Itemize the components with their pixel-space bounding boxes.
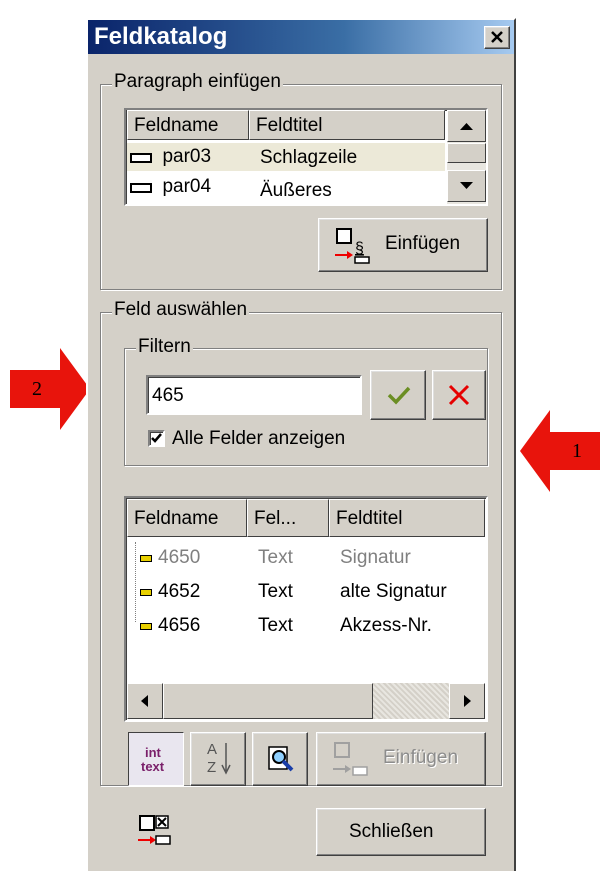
field-type: Text [258, 581, 293, 602]
field-title: Signatur [340, 547, 411, 568]
scroll-down-button[interactable] [447, 170, 486, 202]
field-insert-label: Einfügen [383, 747, 459, 768]
close-window-button[interactable] [484, 26, 510, 49]
annotation-arrow-left [10, 348, 90, 430]
search-field-button[interactable] [252, 732, 308, 786]
scroll-up-button[interactable] [447, 110, 486, 142]
field-name: 4656 [158, 615, 201, 636]
paragraph-group-legend: Paragraph einfügen [112, 71, 283, 92]
filter-group-legend: Filtern [136, 336, 193, 357]
sort-label-a: A [207, 741, 218, 758]
triangle-up-icon [460, 123, 473, 130]
triangle-right-icon [464, 695, 471, 707]
close-dialog-label: Schließen [349, 821, 434, 842]
field-name: 4650 [158, 547, 201, 568]
field-col-type[interactable]: Fel... [247, 499, 329, 537]
paragraph-insert-label: Einfügen [385, 233, 461, 254]
paragraph-title: Schlagzeile [260, 147, 358, 168]
annotation-label-left: 2 [32, 378, 42, 400]
int-text-toggle-button[interactable]: int text [128, 732, 184, 786]
cross-icon [448, 384, 470, 406]
list-item[interactable]: par04 Äußeres [130, 175, 444, 203]
triangle-left-icon [141, 695, 148, 707]
field-name: 4652 [158, 581, 201, 602]
field-col-feldtitel[interactable]: Feldtitel [329, 499, 485, 537]
field-group-legend: Feld auswählen [112, 299, 250, 320]
sort-label-z: Z [207, 759, 217, 776]
checkbox-check-icon [151, 433, 162, 443]
hscroll-thumb[interactable] [163, 683, 373, 719]
scroll-right-button[interactable] [449, 683, 485, 719]
table-row[interactable]: 4650 Text Signatur [130, 546, 484, 572]
paragraph-col-feldtitel[interactable]: Feldtitel [249, 110, 445, 140]
int-text-label-int: int [145, 745, 161, 760]
field-title: Akzess-Nr. [340, 615, 432, 636]
show-all-label[interactable]: Alle Felder anzeigen [172, 428, 345, 450]
field-insert-button[interactable]: Einfügen [316, 732, 486, 786]
int-text-label-text: text [141, 759, 165, 774]
paragraph-col-feldname[interactable]: Feldname [127, 110, 249, 140]
field-icon [140, 555, 152, 562]
triangle-down-icon [460, 182, 473, 189]
field-title: alte Signatur [340, 581, 447, 602]
filter-input[interactable]: 465 [146, 375, 362, 415]
list-item[interactable]: par03 Schlagzeile [130, 145, 444, 171]
field-type: Text [258, 615, 293, 636]
sort-arrow-down-icon [221, 743, 231, 775]
show-all-checkbox[interactable] [148, 430, 165, 447]
scroll-thumb[interactable] [447, 143, 486, 163]
clear-filter-button[interactable] [432, 370, 486, 420]
sort-az-button[interactable]: A Z [190, 732, 246, 786]
field-icon [140, 623, 152, 630]
paragraph-title: Äußeres [260, 180, 332, 201]
close-icon [491, 31, 503, 43]
table-row[interactable]: 4656 Text Akzess-Nr. [130, 614, 484, 640]
field-icon [140, 589, 152, 596]
checkmark-icon [387, 386, 411, 405]
apply-filter-button[interactable] [370, 370, 426, 420]
paragraph-insert-button[interactable]: § Einfügen [318, 218, 488, 272]
paragraph-name: par04 [162, 176, 212, 197]
annotation-arrow-right [520, 410, 600, 492]
annotation-label-right: 1 [572, 440, 582, 462]
paragraph-name: par03 [162, 146, 212, 167]
svg-text:§: § [355, 240, 364, 257]
field-type: Text [258, 547, 293, 568]
paragraph-icon [130, 182, 152, 193]
insert-field-icon-disabled [333, 742, 368, 776]
paragraph-icon [130, 152, 152, 163]
table-row[interactable]: 4652 Text alte Signatur [130, 580, 484, 606]
insert-paragraph-icon: § [335, 228, 370, 264]
filter-input-value: 465 [152, 385, 184, 406]
window-title: Feldkatalog [94, 23, 228, 50]
close-dialog-button[interactable]: Schließen [316, 808, 486, 856]
magnifier-page-icon [268, 746, 294, 772]
insert-close-icon [138, 815, 171, 845]
field-col-feldname[interactable]: Feldname [127, 499, 247, 537]
scroll-left-button[interactable] [127, 683, 163, 719]
close-insert-icon-button[interactable] [130, 810, 176, 854]
